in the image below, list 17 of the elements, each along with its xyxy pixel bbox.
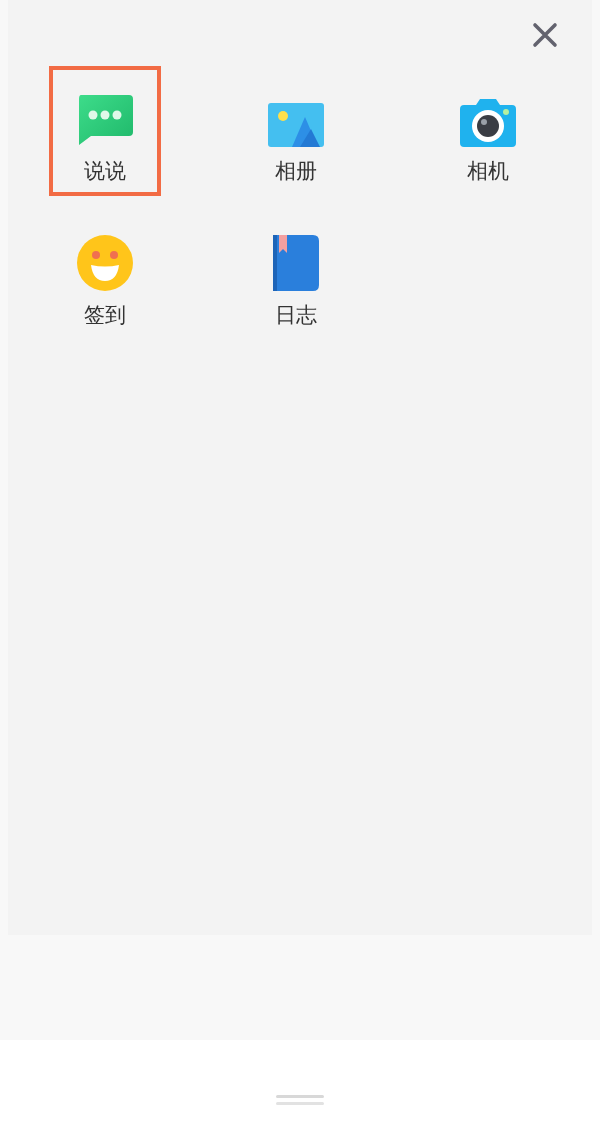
menu-label: 签到 xyxy=(83,302,126,328)
close-button[interactable] xyxy=(532,22,558,48)
menu-item[interactable]: 日志 xyxy=(240,210,353,340)
menu-label: 相机 xyxy=(467,158,510,184)
drag-handle-icon xyxy=(276,1094,324,1106)
book-icon xyxy=(273,234,320,291)
smiley-face-icon xyxy=(76,234,133,291)
highlighted-menu-item[interactable]: 说说 xyxy=(48,66,161,196)
menu-label: 相册 xyxy=(275,158,318,184)
menu-item[interactable]: 相册 xyxy=(240,66,353,196)
menu-label: 说说 xyxy=(83,158,126,184)
chat-bubble-icon xyxy=(76,94,133,147)
menu-item[interactable]: 相机 xyxy=(432,66,545,196)
camera-icon xyxy=(460,96,517,147)
image-icon xyxy=(268,102,325,147)
menu-item[interactable]: 签到 xyxy=(48,210,161,340)
menu-label: 日志 xyxy=(275,302,318,328)
